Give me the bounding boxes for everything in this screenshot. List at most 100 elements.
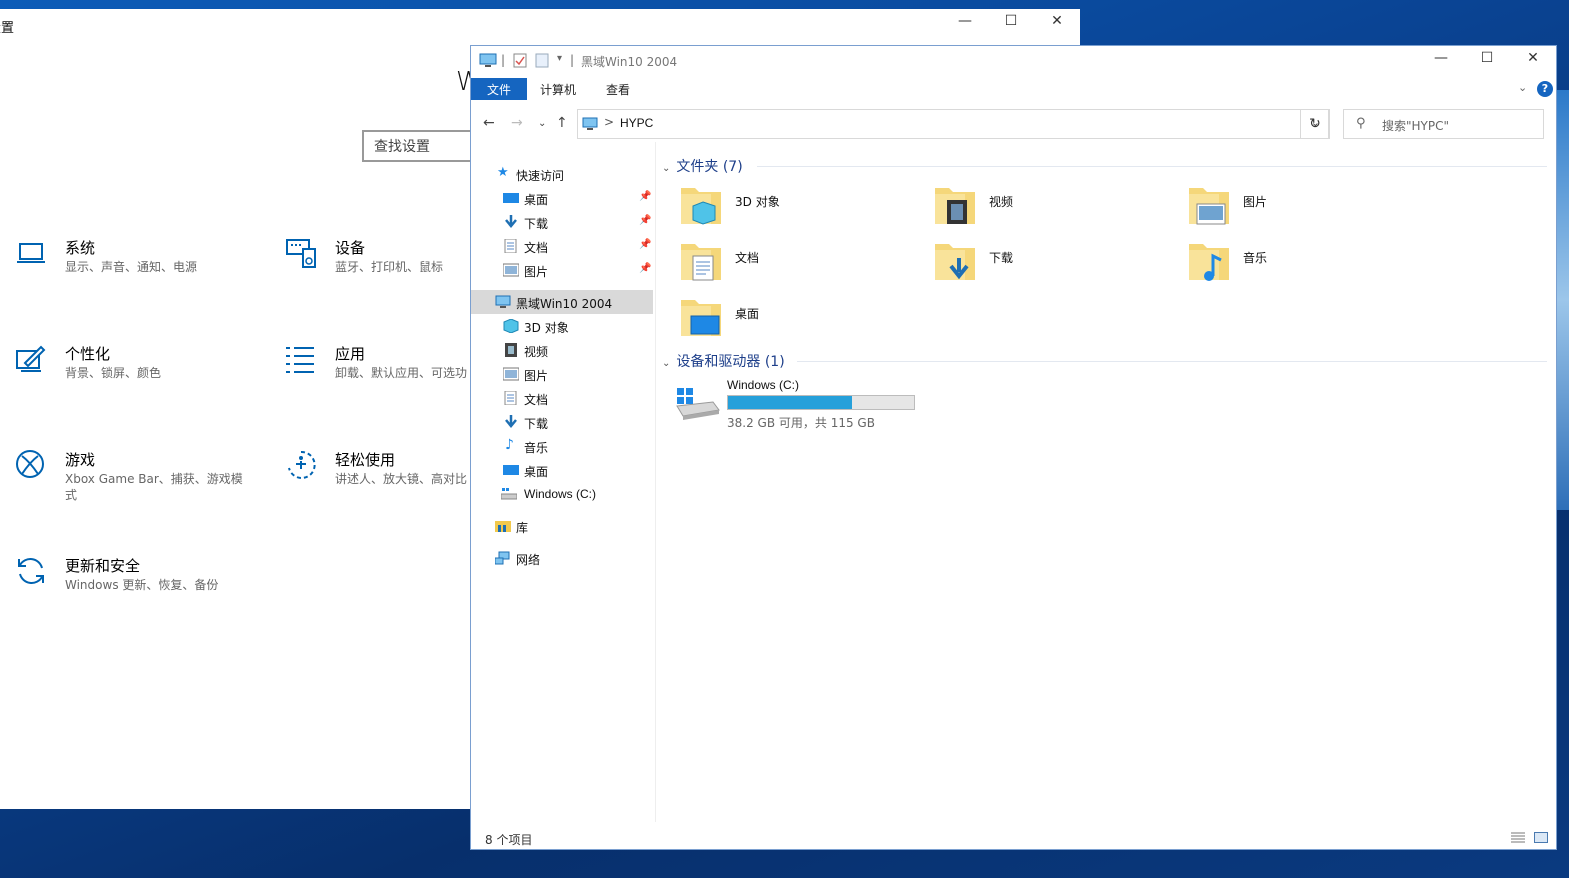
pin-icon[interactable]: 📌 [639, 263, 651, 274]
pin-icon[interactable]: 📌 [639, 215, 651, 226]
collapse-chevron-icon[interactable]: ⌄ [662, 163, 670, 174]
keyboard-icon [286, 239, 316, 268]
close-button[interactable]: ✕ [1042, 13, 1072, 29]
nav-label: 下载 [524, 417, 549, 431]
nav-label: 桌面 [524, 465, 549, 479]
folder-downloads[interactable]: 下载 [933, 240, 1173, 292]
maximize-button[interactable]: ☐ [1472, 50, 1502, 66]
downloads-folder-icon [935, 244, 975, 280]
nav-label: 桌面 [524, 193, 549, 207]
nav-quick-pictures[interactable]: 图片 📌 [471, 258, 653, 282]
folder-documents[interactable]: 文档 [679, 240, 919, 292]
category-name: 更新和安全 [65, 557, 141, 575]
nav-this-pc[interactable]: 黑域Win10 2004 [471, 290, 653, 314]
folder-pictures[interactable]: 图片 [1187, 184, 1427, 236]
refresh-button[interactable]: ↻ [1300, 109, 1330, 139]
desktop-icon [503, 193, 519, 203]
pictures-icon [503, 367, 519, 381]
forward-arrow-icon[interactable]: → [511, 115, 523, 131]
search-input[interactable]: ⚲ 搜索"HYPC" [1343, 109, 1544, 139]
folder-videos[interactable]: 视频 [933, 184, 1173, 236]
search-placeholder: 搜索"HYPC" [1382, 119, 1450, 133]
tab-computer[interactable]: 计算机 [533, 78, 583, 100]
video-icon [505, 343, 517, 357]
nav-quick-documents[interactable]: 文档 📌 [471, 234, 653, 258]
nav-label: 文档 [524, 241, 549, 255]
folder-3d-objects[interactable]: 3D 对象 [679, 184, 919, 236]
nav-label: 黑域Win10 2004 [516, 297, 613, 311]
category-desc: Xbox Game Bar、捕获、游戏模式 [65, 472, 243, 502]
nav-quick-desktop[interactable]: 桌面 📌 [471, 186, 653, 210]
pane-divider[interactable] [655, 142, 656, 822]
recent-locations-icon[interactable]: ⌄ [538, 118, 546, 129]
tab-view[interactable]: 查看 [595, 78, 641, 100]
large-icons-view-icon[interactable] [1534, 832, 1548, 843]
customize-quick-access-icon[interactable]: ▾ [557, 53, 562, 64]
category-name: 应用 [335, 345, 366, 363]
tab-file[interactable]: 文件 [471, 78, 527, 100]
3d-objects-folder-icon [681, 188, 721, 225]
details-view-icon[interactable] [1511, 832, 1525, 843]
new-folder-icon[interactable] [535, 53, 549, 68]
folder-desktop[interactable]: 桌面 [679, 296, 919, 348]
xbox-icon [16, 450, 44, 478]
breadcrumb-separator[interactable]: > [604, 115, 614, 129]
3d-objects-icon [503, 319, 519, 333]
library-icon [495, 521, 511, 532]
file-explorer-window: | ▾ | 黑域Win10 2004 — ☐ ✕ 文件 计算机 查看 ⌄ ? ←… [470, 45, 1557, 850]
address-bar[interactable]: > HYPC ⌄ [577, 109, 1329, 139]
nav-3d-objects[interactable]: 3D 对象 [471, 314, 653, 338]
nav-label: 下载 [524, 217, 549, 231]
pin-icon[interactable]: 📌 [639, 191, 651, 202]
desktop-icon [503, 465, 519, 475]
nav-videos[interactable]: 视频 [471, 338, 653, 362]
nav-label: Windows (C:) [524, 487, 597, 501]
nav-drive-c[interactable]: Windows (C:) [471, 482, 653, 506]
ease-of-access-icon [288, 450, 316, 479]
nav-libraries[interactable]: 库 [471, 514, 653, 538]
drive-c-tile[interactable]: Windows (C:) 38.2 GB 可用，共 115 GB [675, 378, 935, 438]
maximize-button[interactable]: ☐ [996, 13, 1026, 29]
desktop-folder-icon [681, 300, 721, 336]
folder-music[interactable]: 音乐 [1187, 240, 1427, 292]
category-name: 轻松使用 [335, 451, 396, 469]
folders-group-header[interactable]: ⌄ 文件夹 (7) [662, 156, 743, 176]
pin-icon[interactable]: 📌 [639, 239, 651, 250]
properties-icon[interactable] [513, 53, 527, 68]
devices-group-header[interactable]: ⌄ 设备和驱动器 (1) [662, 351, 785, 371]
nav-quick-downloads[interactable]: 下载 📌 [471, 210, 653, 234]
desktop-wallpaper-edge [1557, 90, 1569, 510]
navigation-bar: ← → ⌄ ↑ > HYPC ⌄ ↻ ⚲ 搜索"HYPC" [471, 108, 1556, 140]
category-name: 游戏 [65, 451, 96, 469]
expand-ribbon-icon[interactable]: ⌄ [1518, 81, 1527, 94]
minimize-button[interactable]: — [1426, 50, 1456, 66]
nav-pictures[interactable]: 图片 [471, 362, 653, 386]
nav-label: 文档 [524, 393, 549, 407]
search-icon: ⚲ [1356, 116, 1366, 131]
nav-desktop[interactable]: 桌面 [471, 458, 653, 482]
category-name: 系统 [65, 239, 96, 257]
drive-status: 38.2 GB 可用，共 115 GB [727, 416, 875, 430]
nav-label: 快速访问 [516, 169, 565, 183]
collapse-chevron-icon[interactable]: ⌄ [662, 358, 670, 369]
nav-label: 图片 [524, 369, 549, 383]
video-folder-icon [935, 188, 975, 224]
back-arrow-icon[interactable]: ← [483, 115, 495, 131]
nav-documents[interactable]: 文档 [471, 386, 653, 410]
nav-quick-access[interactable]: ★ 快速访问 [471, 162, 653, 186]
nav-downloads[interactable]: 下载 [471, 410, 653, 434]
breadcrumb-path[interactable]: HYPC [620, 116, 653, 130]
close-button[interactable]: ✕ [1518, 50, 1548, 66]
separator: | [570, 53, 575, 67]
download-icon [505, 415, 517, 428]
nav-network[interactable]: 网络 [471, 546, 653, 570]
nav-music[interactable]: ♪ 音乐 [471, 434, 653, 458]
pictures-folder-icon [1189, 188, 1229, 225]
nav-label: 库 [516, 521, 529, 535]
help-icon[interactable]: ? [1537, 81, 1553, 97]
minimize-button[interactable]: — [950, 13, 980, 29]
up-arrow-icon[interactable]: ↑ [556, 115, 568, 131]
window-title: 黑域Win10 2004 [581, 55, 678, 69]
windows-drive-icon [676, 388, 720, 420]
sync-icon [18, 558, 44, 584]
